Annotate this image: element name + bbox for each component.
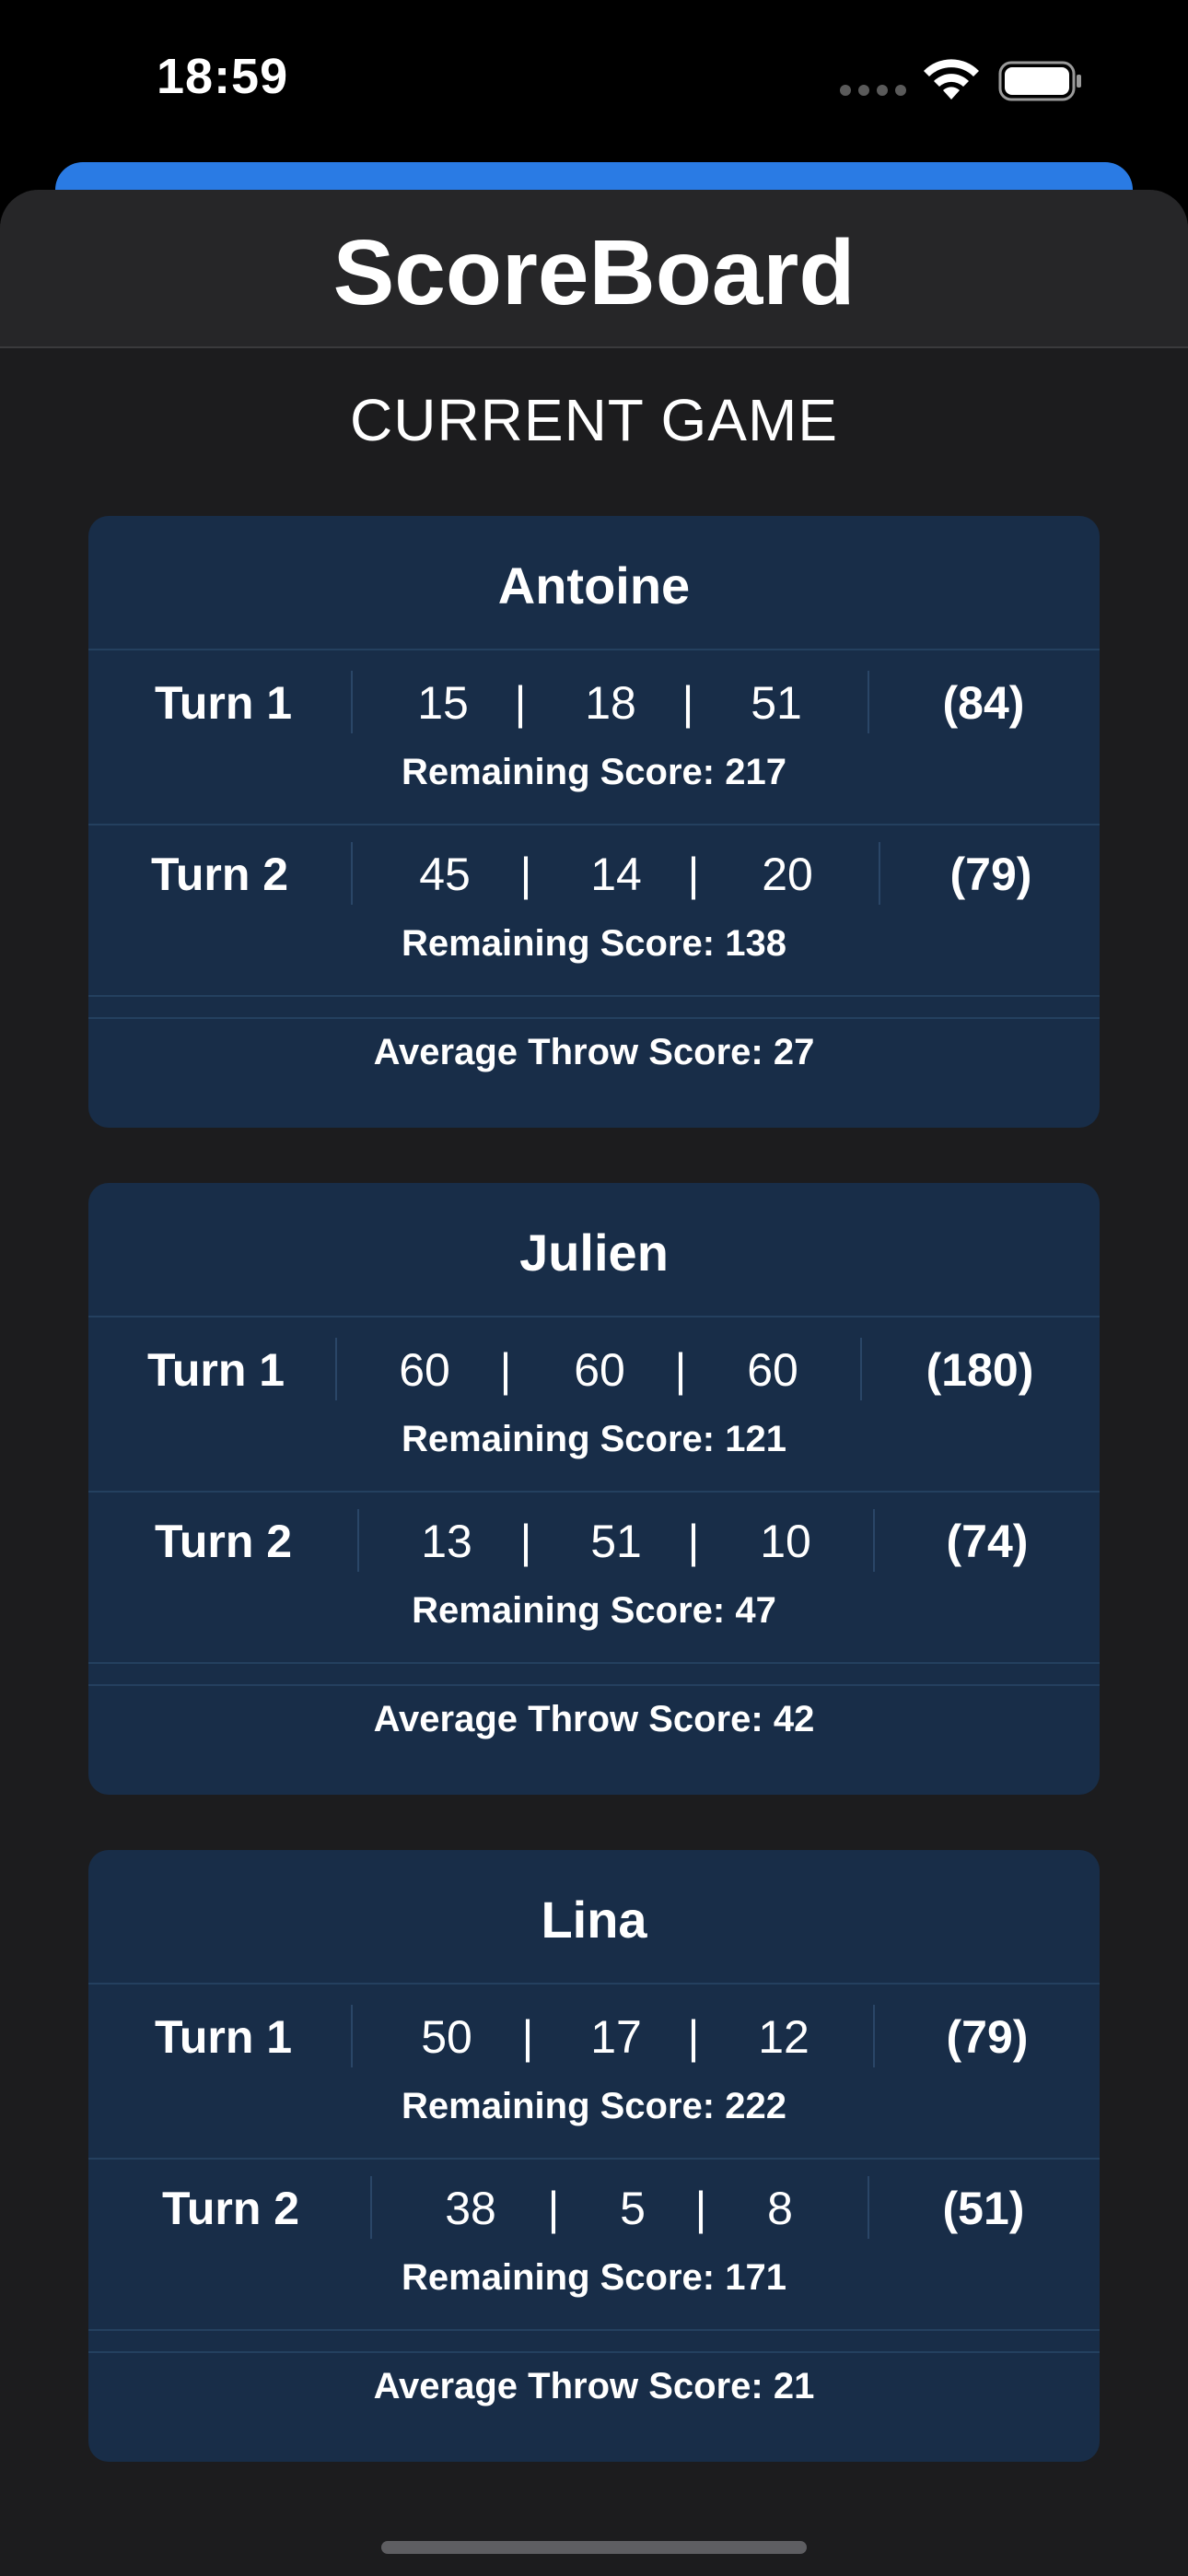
throw-score: 45: [419, 849, 471, 900]
throw-score: 51: [590, 1516, 642, 1567]
throw-score: 13: [421, 1516, 472, 1567]
turn-total: (79): [949, 849, 1032, 900]
throw-score: 51: [751, 677, 802, 729]
remaining-score: Remaining Score: 138: [402, 923, 786, 964]
turn-total: (79): [946, 2011, 1029, 2063]
status-bar: 18:59: [0, 0, 1188, 166]
divider: [88, 1316, 1100, 1317]
divider: [860, 1338, 862, 1400]
status-time: 18:59: [157, 49, 289, 104]
divider: [351, 2005, 353, 2067]
remaining-score: Remaining Score: 47: [412, 1590, 776, 1631]
player-name: Lina: [541, 1891, 647, 1949]
throw-score: 60: [747, 1344, 798, 1396]
player-card: Julien Turn 1 60 | 60 | 60 (180) Remaini…: [88, 1183, 1100, 1795]
divider: [88, 1491, 1100, 1493]
remaining-score: Remaining Score: 121: [402, 1419, 786, 1459]
throw-score: 60: [574, 1344, 625, 1396]
turn-label: Turn 2: [151, 849, 289, 900]
throw-separator: |: [499, 1344, 512, 1396]
section-title: CURRENT GAME: [350, 387, 838, 453]
remaining-score: Remaining Score: 222: [402, 2086, 786, 2126]
wifi-icon: [924, 59, 979, 100]
throw-score: 10: [760, 1516, 811, 1567]
divider: [88, 995, 1100, 997]
divider: [88, 649, 1100, 650]
throw-score: 50: [421, 2011, 472, 2063]
divider: [873, 1509, 875, 1572]
throw-separator: |: [514, 677, 527, 729]
turn-total: (180): [926, 1344, 1034, 1396]
throw-separator: |: [694, 2183, 707, 2234]
remaining-score: Remaining Score: 217: [402, 752, 786, 792]
throw-score: 60: [399, 1344, 450, 1396]
average-throw-score: Average Throw Score: 27: [373, 1032, 815, 1072]
throw-separator: |: [687, 1516, 700, 1567]
turn-label: Turn 1: [147, 1344, 285, 1396]
remaining-score: Remaining Score: 171: [402, 2257, 786, 2298]
divider: [88, 1983, 1100, 1985]
throw-score: 14: [590, 849, 642, 900]
throw-separator: |: [521, 2011, 534, 2063]
throw-score: 38: [445, 2183, 496, 2234]
throw-score: 20: [762, 849, 813, 900]
throw-score: 8: [767, 2183, 793, 2234]
average-throw-score: Average Throw Score: 21: [373, 2366, 815, 2406]
turn-label: Turn 2: [162, 2183, 300, 2234]
turn-label: Turn 1: [155, 2011, 293, 2063]
divider: [370, 2176, 372, 2239]
divider: [88, 824, 1100, 825]
divider: [335, 1338, 337, 1400]
divider: [88, 1662, 1100, 1664]
nav-header: ScoreBoard: [0, 190, 1188, 348]
throw-separator: |: [687, 849, 700, 900]
throw-separator: |: [547, 2183, 560, 2234]
turn-total: (74): [946, 1516, 1029, 1567]
divider: [351, 842, 353, 905]
scoreboard-sheet: ScoreBoard CURRENT GAME Antoine Turn 1 1…: [0, 190, 1188, 2576]
throw-separator: |: [674, 1344, 687, 1396]
turn-total: (84): [942, 677, 1025, 729]
player-card: Antoine Turn 1 15 | 18 | 51 (84) Remaini…: [88, 516, 1100, 1128]
battery-icon: [998, 61, 1081, 101]
turn-total: (51): [942, 2183, 1025, 2234]
average-throw-score: Average Throw Score: 42: [373, 1699, 815, 1739]
turn-label: Turn 2: [155, 1516, 293, 1567]
divider: [357, 1509, 359, 1572]
app-title: ScoreBoard: [332, 221, 856, 324]
divider: [88, 2158, 1100, 2160]
divider: [88, 2351, 1100, 2353]
divider: [879, 842, 880, 905]
divider: [351, 671, 353, 733]
turn-label: Turn 1: [155, 677, 293, 729]
throw-score: 5: [620, 2183, 646, 2234]
throw-separator: |: [519, 1516, 532, 1567]
player-card: Lina Turn 1 50 | 17 | 12 (79) Remaining …: [88, 1850, 1100, 2462]
divider: [873, 2005, 875, 2067]
home-indicator[interactable]: [381, 2541, 807, 2554]
throw-score: 15: [417, 677, 469, 729]
throw-separator: |: [687, 2011, 700, 2063]
throw-separator: |: [519, 849, 532, 900]
throw-score: 18: [585, 677, 636, 729]
player-name: Julien: [519, 1224, 669, 1282]
player-name: Antoine: [497, 556, 691, 615]
divider: [868, 2176, 869, 2239]
throw-separator: |: [681, 677, 694, 729]
divider: [88, 1684, 1100, 1686]
signal-dots-icon: [840, 85, 906, 96]
divider: [88, 2329, 1100, 2331]
divider: [868, 671, 869, 733]
divider: [88, 1017, 1100, 1019]
throw-score: 17: [590, 2011, 642, 2063]
throw-score: 12: [758, 2011, 809, 2063]
